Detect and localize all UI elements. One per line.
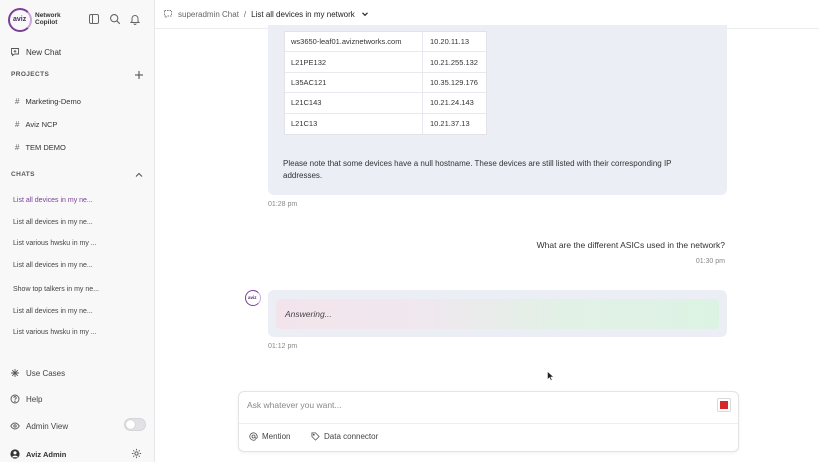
sidebar: aviz Network Copilot New Chat PROJECTS #…	[0, 0, 155, 462]
hash-icon: #	[15, 142, 20, 152]
bot-message-note: Please note that some devices have a nul…	[283, 159, 672, 180]
hostname-cell: L35AC121	[285, 72, 423, 93]
devices-table: ws3650-leaf01.aviznetworks.com 10.20.11.1…	[284, 31, 487, 135]
mouse-cursor-icon	[547, 371, 555, 381]
data-connector-button[interactable]: Data connector	[311, 432, 378, 441]
toggle-knob	[126, 420, 135, 429]
hash-icon: #	[15, 119, 20, 129]
tag-icon	[311, 432, 320, 441]
breadcrumb-owner[interactable]: superadmin Chat	[178, 10, 239, 19]
help-link[interactable]: Help	[10, 393, 42, 405]
project-item[interactable]: # Aviz NCP	[15, 118, 57, 130]
ip-cell: 10.20.11.13	[430, 37, 470, 47]
chevron-up-icon[interactable]	[134, 170, 144, 180]
logo-text: Network Copilot	[35, 12, 61, 26]
gear-icon[interactable]	[131, 448, 142, 459]
user-message: What are the different ASICs used in the…	[536, 240, 725, 250]
ip-cell: 10.21.255.132	[430, 57, 478, 67]
table-row: L21PE132 10.21.255.132	[285, 52, 486, 73]
bell-icon[interactable]	[129, 13, 141, 25]
sparkle-icon	[11, 369, 19, 377]
help-icon	[10, 394, 20, 404]
table-row: L35AC121 10.35.129.176	[285, 72, 486, 94]
chat-composer: Mention Data connector	[238, 391, 739, 452]
projects-heading: PROJECTS	[11, 71, 50, 78]
stop-button[interactable]	[717, 398, 731, 412]
use-cases-link[interactable]: Use Cases	[10, 367, 65, 379]
message-timestamp: 01:30 pm	[695, 258, 725, 265]
answering-indicator: Answering...	[276, 299, 719, 329]
collapse-sidebar-icon[interactable]	[88, 13, 100, 25]
message-timestamp: 01:12 pm	[268, 343, 298, 350]
hostname-cell: L21PE132	[285, 52, 423, 72]
eye-icon	[10, 422, 20, 430]
chat-item-active[interactable]: List all devices in my ne...	[13, 197, 93, 209]
chats-heading: CHATS	[11, 171, 35, 178]
new-chat-icon	[11, 48, 19, 57]
breadcrumb: superadmin Chat / List all devices in my…	[163, 9, 370, 19]
add-project-icon[interactable]	[134, 70, 144, 80]
breadcrumb-current[interactable]: List all devices in my network	[251, 10, 355, 19]
chevron-down-icon[interactable]	[360, 9, 370, 19]
ip-cell: 10.21.37.13	[430, 119, 470, 129]
chat-item[interactable]: Show top talkers in my ne...	[13, 286, 99, 298]
project-item[interactable]: # TEM DEMO	[15, 141, 66, 153]
chat-item[interactable]: List all devices in my ne...	[13, 308, 93, 320]
admin-view-label: Admin View	[10, 420, 68, 432]
hash-icon: #	[15, 96, 20, 106]
chat-bubble-icon	[164, 10, 172, 19]
table-row: ws3650-leaf01.aviznetworks.com 10.20.11.1…	[285, 32, 486, 53]
stop-icon	[720, 401, 728, 409]
hostname-cell: ws3650-leaf01.aviznetworks.com	[285, 32, 423, 52]
message-timestamp: 01:28 pm	[268, 201, 298, 208]
at-icon	[249, 432, 258, 441]
hostname-cell: L21C13	[285, 113, 423, 134]
composer-divider	[239, 423, 738, 424]
chat-item[interactable]: List various hwsku in my ...	[13, 329, 97, 341]
user-avatar-icon	[10, 449, 20, 459]
user-profile[interactable]: Aviz Admin	[10, 448, 66, 460]
table-row: L21C143 10.21.24.143	[285, 93, 486, 114]
bot-avatar: aviz	[245, 290, 261, 306]
ip-cell: 10.35.129.176	[430, 77, 478, 87]
logo-mark: aviz	[8, 8, 32, 32]
chat-input[interactable]	[247, 398, 697, 412]
project-item[interactable]: # Marketing-Demo	[15, 95, 81, 107]
table-row: L21C13 10.21.37.13	[285, 113, 486, 134]
mention-button[interactable]: Mention	[249, 432, 290, 441]
new-chat-button[interactable]: New Chat	[10, 46, 61, 58]
search-icon[interactable]	[109, 13, 121, 25]
ip-cell: 10.21.24.143	[430, 98, 474, 108]
chat-item[interactable]: List all devices in my ne...	[13, 262, 93, 274]
chat-item[interactable]: List various hwsku in my ...	[13, 240, 97, 252]
breadcrumb-separator: /	[243, 9, 247, 19]
admin-view-toggle[interactable]	[124, 418, 146, 431]
hostname-cell: L21C143	[285, 93, 423, 113]
chat-item[interactable]: List all devices in my ne...	[13, 219, 93, 231]
